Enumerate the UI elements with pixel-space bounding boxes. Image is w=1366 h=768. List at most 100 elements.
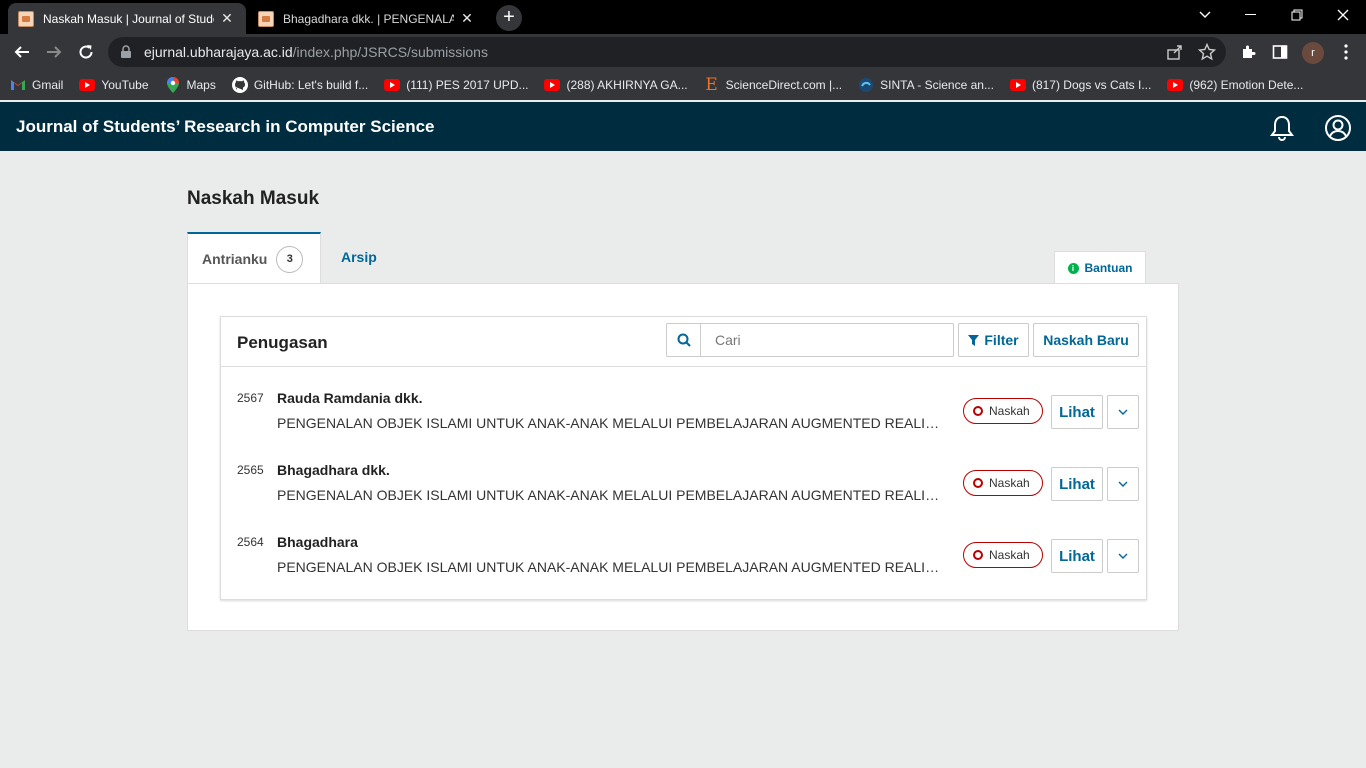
- expand-button[interactable]: [1107, 395, 1139, 429]
- address-bar[interactable]: ejurnal.ubharajaya.ac.id/index.php/JSRCS…: [108, 37, 1226, 67]
- new-submission-button[interactable]: Naskah Baru: [1033, 323, 1139, 357]
- stage-dot-icon: [973, 550, 983, 560]
- browser-tab-active[interactable]: Naskah Masuk | Journal of Students ✕: [8, 3, 246, 34]
- info-icon: i: [1067, 262, 1079, 274]
- minimize-button[interactable]: [1228, 0, 1274, 30]
- close-window-button[interactable]: [1320, 0, 1366, 30]
- new-tab-button[interactable]: +: [496, 5, 522, 31]
- share-icon[interactable]: [1166, 43, 1184, 61]
- notification-bell-icon[interactable]: [1268, 114, 1296, 142]
- bookmark-youtube[interactable]: (962) Emotion Dete...: [1167, 77, 1303, 93]
- tab-my-queue[interactable]: Antrianku 3: [187, 232, 321, 284]
- stage-label: Naskah: [989, 404, 1030, 418]
- gmail-icon: [10, 77, 26, 93]
- url-path: /index.php/JSRCS/submissions: [292, 44, 488, 60]
- reload-button[interactable]: [72, 38, 100, 66]
- view-button[interactable]: Lihat: [1051, 395, 1103, 429]
- bookmark-youtube[interactable]: (111) PES 2017 UPD...: [384, 77, 528, 93]
- bookmark-label: (962) Emotion Dete...: [1189, 78, 1304, 92]
- help-label: Bantuan: [1084, 261, 1133, 275]
- submission-author: Rauda Ramdania dkk.: [277, 390, 423, 406]
- github-icon: [231, 77, 248, 93]
- browser-tab-title: Naskah Masuk | Journal of Students: [43, 11, 214, 26]
- restore-button[interactable]: [1274, 0, 1320, 30]
- list-item: 2567 Rauda Ramdania dkk. PENGENALAN OBJE…: [221, 367, 1146, 439]
- filter-label: Filter: [984, 332, 1019, 348]
- search-input[interactable]: [701, 324, 953, 356]
- journal-favicon-icon: [18, 10, 34, 27]
- submission-author: Bhagadhara: [277, 534, 358, 550]
- bookmark-label: (111) PES 2017 UPD...: [406, 78, 529, 92]
- submission-id: 2564: [237, 535, 264, 549]
- tab-panel: Penugasan Filter Naskah Baru 2567 Rauda …: [187, 283, 1179, 631]
- sinta-icon: [858, 77, 874, 93]
- lock-icon: [120, 45, 132, 62]
- stage-label: Naskah: [989, 476, 1030, 490]
- chevron-down-icon: [1118, 409, 1128, 415]
- user-profile-icon[interactable]: [1324, 114, 1352, 142]
- browser-tab-inactive[interactable]: Bhagadhara dkk. | PENGENALAN ✕: [248, 3, 486, 34]
- browser-toolbar: ejurnal.ubharajaya.ac.id/index.php/JSRCS…: [0, 34, 1366, 70]
- side-panel-icon[interactable]: [1266, 38, 1294, 66]
- tab-my-queue-label: Antrianku: [202, 251, 268, 267]
- queue-count-badge: 3: [276, 245, 304, 273]
- journal-favicon-icon: [258, 10, 274, 27]
- profile-avatar[interactable]: r: [1302, 42, 1324, 64]
- youtube-icon: [384, 77, 401, 93]
- bookmark-github[interactable]: GitHub: Let's build f...: [231, 77, 369, 93]
- bookmark-label: (817) Dogs vs Cats I...: [1031, 78, 1152, 92]
- elsevier-icon: E: [705, 75, 718, 95]
- back-button[interactable]: [8, 38, 36, 66]
- forward-button[interactable]: [40, 38, 68, 66]
- bookmark-label: Maps: [186, 78, 216, 92]
- bookmark-youtube[interactable]: YouTube: [79, 77, 149, 93]
- youtube-icon: [1167, 77, 1184, 93]
- bookmark-youtube[interactable]: (817) Dogs vs Cats I...: [1009, 77, 1152, 93]
- youtube-icon: [1009, 77, 1026, 93]
- url-host: ejurnal.ubharajaya.ac.id: [144, 44, 293, 60]
- submissions-list-panel: Penugasan Filter Naskah Baru 2567 Rauda …: [220, 316, 1147, 600]
- bookmark-label: GitHub: Let's build f...: [253, 78, 369, 92]
- view-button[interactable]: Lihat: [1051, 539, 1103, 573]
- tab-archive[interactable]: Arsip: [341, 249, 377, 265]
- bookmark-star-icon[interactable]: [1197, 42, 1217, 61]
- stage-badge: Naskah: [963, 470, 1043, 496]
- tab-search-chevron-icon[interactable]: [1182, 0, 1228, 30]
- extensions-puzzle-icon[interactable]: [1234, 38, 1262, 66]
- view-button[interactable]: Lihat: [1051, 467, 1103, 501]
- bookmark-label: YouTube: [101, 78, 149, 92]
- close-icon[interactable]: ✕: [458, 10, 476, 27]
- bookmark-gmail[interactable]: Gmail: [10, 77, 63, 93]
- list-item: 2564 Bhagadhara PENGENALAN OBJEK ISLAMI …: [221, 511, 1146, 583]
- bookmark-label: Gmail: [32, 78, 64, 92]
- journal-title[interactable]: Journal of Students’ Research in Compute…: [16, 117, 435, 137]
- expand-button[interactable]: [1107, 467, 1139, 501]
- stage-badge: Naskah: [963, 542, 1043, 568]
- filter-icon: [968, 334, 980, 346]
- stage-dot-icon: [973, 478, 983, 488]
- filter-button[interactable]: Filter: [958, 323, 1029, 357]
- submission-title: PENGENALAN OBJEK ISLAMI UNTUK ANAK-ANAK …: [277, 415, 943, 431]
- browser-tab-title: Bhagadhara dkk. | PENGENALAN: [283, 11, 454, 26]
- help-button[interactable]: i Bantuan: [1054, 251, 1146, 284]
- search-icon[interactable]: [667, 324, 701, 356]
- bookmark-sciencedirect[interactable]: E ScienceDirect.com |...: [704, 75, 842, 95]
- chevron-down-icon: [1118, 553, 1128, 559]
- bookmark-sinta[interactable]: SINTA - Science an...: [858, 77, 994, 93]
- submission-title: PENGENALAN OBJEK ISLAMI UNTUK ANAK-ANAK …: [277, 487, 943, 503]
- browser-tabstrip: Naskah Masuk | Journal of Students ✕ Bha…: [0, 0, 1366, 34]
- stage-label: Naskah: [989, 548, 1030, 562]
- maps-icon: [165, 77, 181, 93]
- bookmarks-bar: Gmail YouTube Maps GitHub: Let's build f…: [0, 70, 1366, 100]
- list-item: 2565 Bhagadhara dkk. PENGENALAN OBJEK IS…: [221, 439, 1146, 511]
- expand-button[interactable]: [1107, 539, 1139, 573]
- stage-dot-icon: [973, 406, 983, 416]
- close-icon[interactable]: ✕: [218, 10, 236, 27]
- bookmark-maps[interactable]: Maps: [165, 77, 216, 93]
- submission-id: 2567: [237, 391, 264, 405]
- app-header: Journal of Students’ Research in Compute…: [0, 102, 1366, 151]
- bookmark-youtube[interactable]: (288) AKHIRNYA GA...: [544, 77, 688, 93]
- chevron-down-icon: [1118, 481, 1128, 487]
- more-menu-icon[interactable]: [1332, 38, 1360, 66]
- bookmark-label: (288) AKHIRNYA GA...: [566, 78, 688, 92]
